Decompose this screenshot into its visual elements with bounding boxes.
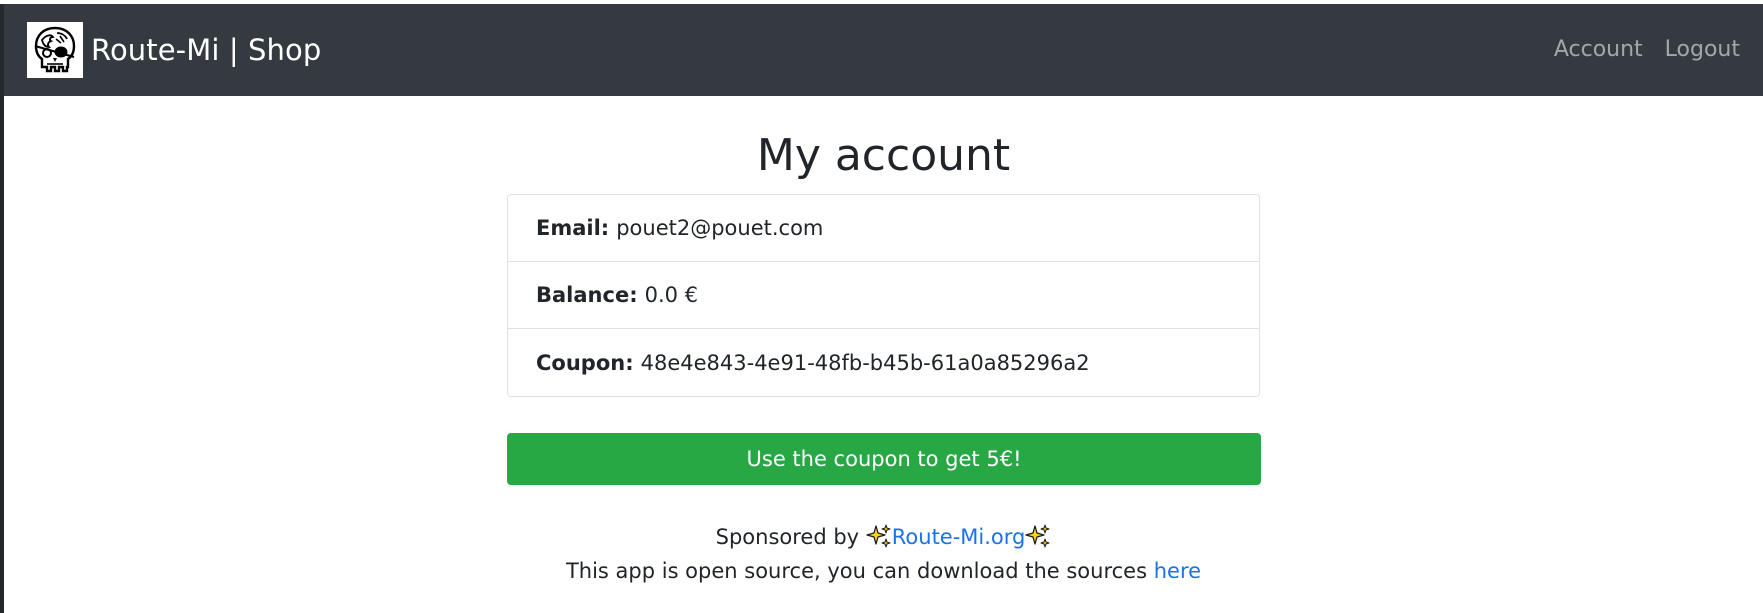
sparkles-icon — [866, 524, 891, 548]
footer: Sponsored by Route-Mi.org This app is op… — [0, 520, 1763, 588]
coupon-value: 48e4e843-4e91-48fb-b45b-61a0a85296a2 — [640, 350, 1090, 375]
email-row: Email: pouet2@pouet.com — [508, 195, 1259, 262]
account-info-card: Email: pouet2@pouet.com Balance: 0.0 € C… — [507, 194, 1260, 397]
brand-link[interactable]: Route-Mi | Shop — [27, 22, 321, 78]
nav-links: Account Logout — [1554, 37, 1740, 62]
sponsor-line: Sponsored by Route-Mi.org — [0, 520, 1763, 554]
balance-value: 0.0 € — [644, 283, 699, 307]
navbar: Route-Mi | Shop Account Logout — [4, 4, 1763, 96]
opensource-text: This app is open source, you can downloa… — [565, 559, 1154, 583]
nav-logout-link[interactable]: Logout — [1665, 37, 1740, 62]
sources-link[interactable]: here — [1154, 559, 1201, 583]
sponsor-link[interactable]: Route-Mi.org — [892, 525, 1026, 549]
page-title: My account — [756, 130, 1011, 181]
coupon-row: Coupon: 48e4e843-4e91-48fb-b45b-61a0a852… — [508, 329, 1259, 396]
nav-account-link[interactable]: Account — [1554, 37, 1643, 62]
balance-row: Balance: 0.0 € — [508, 262, 1259, 329]
coupon-label: Coupon: — [536, 350, 634, 375]
sponsored-prefix: Sponsored by — [715, 525, 866, 549]
opensource-line: This app is open source, you can downloa… — [0, 554, 1763, 588]
balance-label: Balance: — [536, 283, 638, 307]
email-value: pouet2@pouet.com — [616, 216, 824, 240]
email-label: Email: — [536, 216, 610, 240]
use-coupon-button[interactable]: Use the coupon to get 5€! — [507, 433, 1261, 485]
sparkles-icon — [1025, 524, 1050, 548]
brand-title: Route-Mi | Shop — [91, 33, 322, 67]
pirate-skull-icon — [27, 22, 83, 78]
